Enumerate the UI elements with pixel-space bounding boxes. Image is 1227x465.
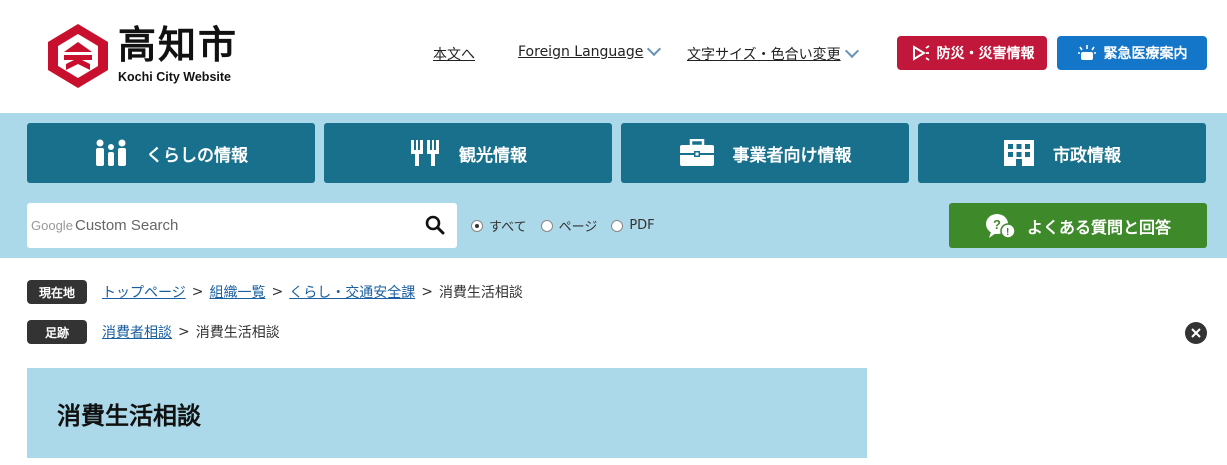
tourism-icon [411,140,439,166]
breadcrumb-link[interactable]: くらし・交通安全課 [289,282,415,302]
nav-living-label: くらしの情報 [146,145,248,166]
breadcrumb-separator: > [191,284,204,300]
search-scope-page-label: ページ [558,220,598,235]
history-trail-tag: 足跡 [27,320,87,344]
emergency-medical-button[interactable]: 緊急医療案内 [1057,36,1207,70]
faq-label: よくある質問と回答 [1026,217,1171,237]
faq-button[interactable]: ? ! よくある質問と回答 [949,203,1207,248]
breadcrumb-link[interactable]: 組織一覧 [209,282,265,302]
nav-business-info[interactable]: 事業者向け情報 [621,123,909,183]
page-title-box: 消費生活相談 [27,368,867,458]
chevron-down-icon [647,41,662,57]
radio-checked [471,219,483,232]
search-scope-all[interactable]: すべて [471,216,527,235]
search-scope-pdf[interactable]: PDF [611,218,655,233]
breadcrumb-separator: > [271,284,284,300]
alert-icon [912,45,929,61]
nav-living-info[interactable]: くらしの情報 [27,123,315,183]
close-trail-button[interactable] [1185,322,1207,344]
history-trail-current: 消費生活相談 [195,325,280,341]
disaster-info-label: 防災・災害情報 [936,46,1035,62]
breadcrumb: 現在地 トップページ > 組織一覧 > くらし・交通安全課 > 消費生活相談 [27,279,523,305]
disaster-info-button[interactable]: 防災・災害情報 [897,36,1047,70]
search-scope-page[interactable]: ページ [540,216,598,235]
nav-business-label: 事業者向け情報 [732,145,852,166]
search-input[interactable] [31,205,411,246]
current-location-tag: 現在地 [27,280,87,304]
search-box: Google [27,203,457,248]
svg-text:!: ! [1006,227,1009,238]
logo-title: 高知市 [118,23,239,67]
breadcrumb-current: 消費生活相談 [438,285,523,301]
text-size-color-link[interactable]: 文字サイズ・色合い変更 [687,43,859,64]
nav-tourism-label: 観光情報 [459,145,527,166]
briefcase-icon [679,139,714,166]
chevron-down-icon [844,43,859,59]
nav-tourism-info[interactable]: 観光情報 [324,123,612,183]
nav-city-admin-label: 市政情報 [1053,145,1121,166]
foreign-language-link[interactable]: Foreign Language [518,41,662,60]
site-logo[interactable]: 高知市 Kochi City Website [46,22,256,97]
logo-subtitle: Kochi City Website [118,70,231,84]
building-icon [1004,140,1034,166]
radio-unchecked [611,219,624,232]
svg-text:?: ? [993,217,1001,232]
close-icon [1191,328,1201,338]
breadcrumb-separator: > [421,284,433,300]
nav-city-admin-info[interactable]: 市政情報 [918,123,1206,183]
skip-to-main-link[interactable]: 本文へ [433,44,475,64]
siren-icon [1077,45,1096,60]
emergency-medical-label: 緊急医療案内 [1103,46,1188,62]
history-trail-link[interactable]: 消費者相談 [102,322,172,342]
faq-icon: ? ! [985,213,1015,239]
history-trail: 足跡 消費者相談 > 消費生活相談 [27,319,280,345]
breadcrumb-link[interactable]: トップページ [102,282,186,302]
family-icon [96,139,126,166]
site-header: 高知市 Kochi City Website 本文へ Foreign Langu… [0,0,1227,113]
search-scope-options: すべて ページ PDF [471,216,669,235]
breadcrumb-separator: > [178,324,190,340]
page-title: 消費生活相談 [57,402,201,430]
foreign-language-label: Foreign Language [518,44,644,60]
radio-unchecked [540,219,553,232]
text-size-color-label: 文字サイズ・色合い変更 [687,47,841,63]
search-scope-all-label: すべて [489,220,527,235]
city-emblem-icon [48,24,108,88]
navigation-band: くらしの情報 観光情報 事業者向け情報 市政情報 Google Custom S… [0,113,1227,258]
search-scope-pdf-label: PDF [629,218,655,233]
search-icon[interactable] [425,215,445,235]
